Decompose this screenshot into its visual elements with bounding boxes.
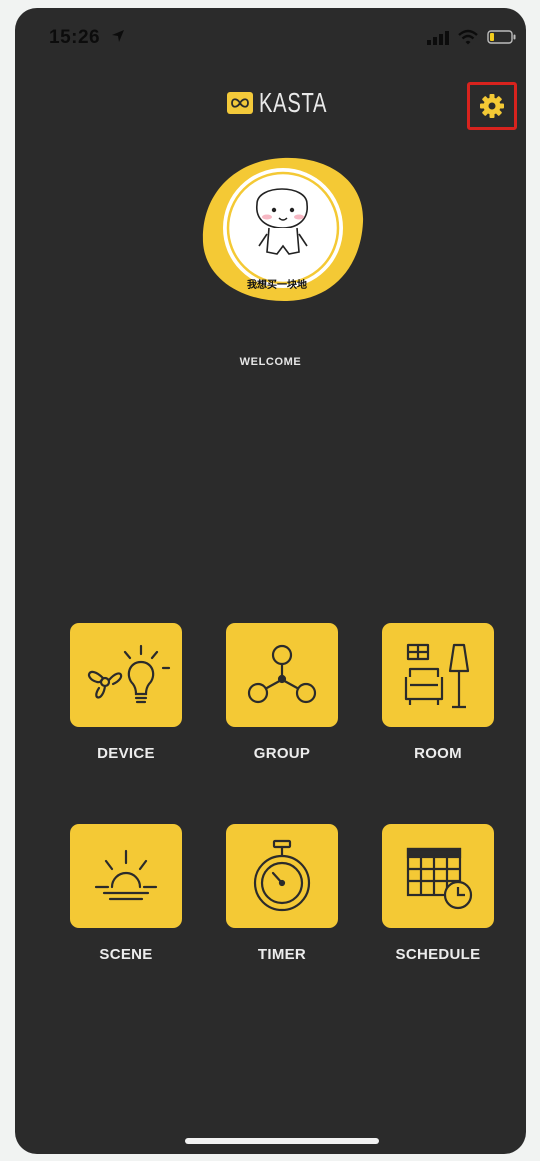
group-tile[interactable] <box>226 623 338 727</box>
gear-icon <box>480 94 504 118</box>
status-bar: 15:26 <box>15 8 526 68</box>
device-label: DEVICE <box>97 745 155 762</box>
scene-tile[interactable] <box>70 824 182 928</box>
app-screen: 15:26 KASTA 我想买一块地 WELCOME DEVICE GROUP … <box>15 8 526 1154</box>
timer-tile[interactable] <box>226 824 338 928</box>
avatar-caption: 我想买一块地 <box>247 280 307 291</box>
location-arrow-icon <box>112 30 124 42</box>
room-label: ROOM <box>414 745 462 762</box>
scene-label: SCENE <box>99 946 153 963</box>
room-sofa-lamp-icon <box>404 643 470 709</box>
calendar-clock-icon <box>406 847 473 910</box>
battery-icon <box>487 30 516 44</box>
schedule-label: SCHEDULE <box>395 946 481 963</box>
schedule-tile[interactable] <box>382 824 494 928</box>
brand-name: KASTA <box>259 87 328 118</box>
stopwatch-icon <box>253 839 311 912</box>
fan-bulb-icon <box>87 644 171 704</box>
device-tile[interactable] <box>70 623 182 727</box>
group-label: GROUP <box>253 745 311 762</box>
infinity-logo-icon <box>227 92 253 114</box>
app-logo: KASTA <box>227 87 354 118</box>
settings-button[interactable] <box>467 82 517 130</box>
group-nodes-icon <box>247 644 317 704</box>
sunrise-icon <box>94 849 158 901</box>
timer-label: TIMER <box>257 946 307 963</box>
status-time: 15:26 <box>49 27 101 48</box>
room-tile[interactable] <box>382 623 494 727</box>
cellular-signal-icon <box>427 31 449 45</box>
wifi-icon <box>458 29 478 45</box>
welcome-text: WELCOME <box>239 356 302 368</box>
home-indicator[interactable] <box>185 1138 379 1144</box>
